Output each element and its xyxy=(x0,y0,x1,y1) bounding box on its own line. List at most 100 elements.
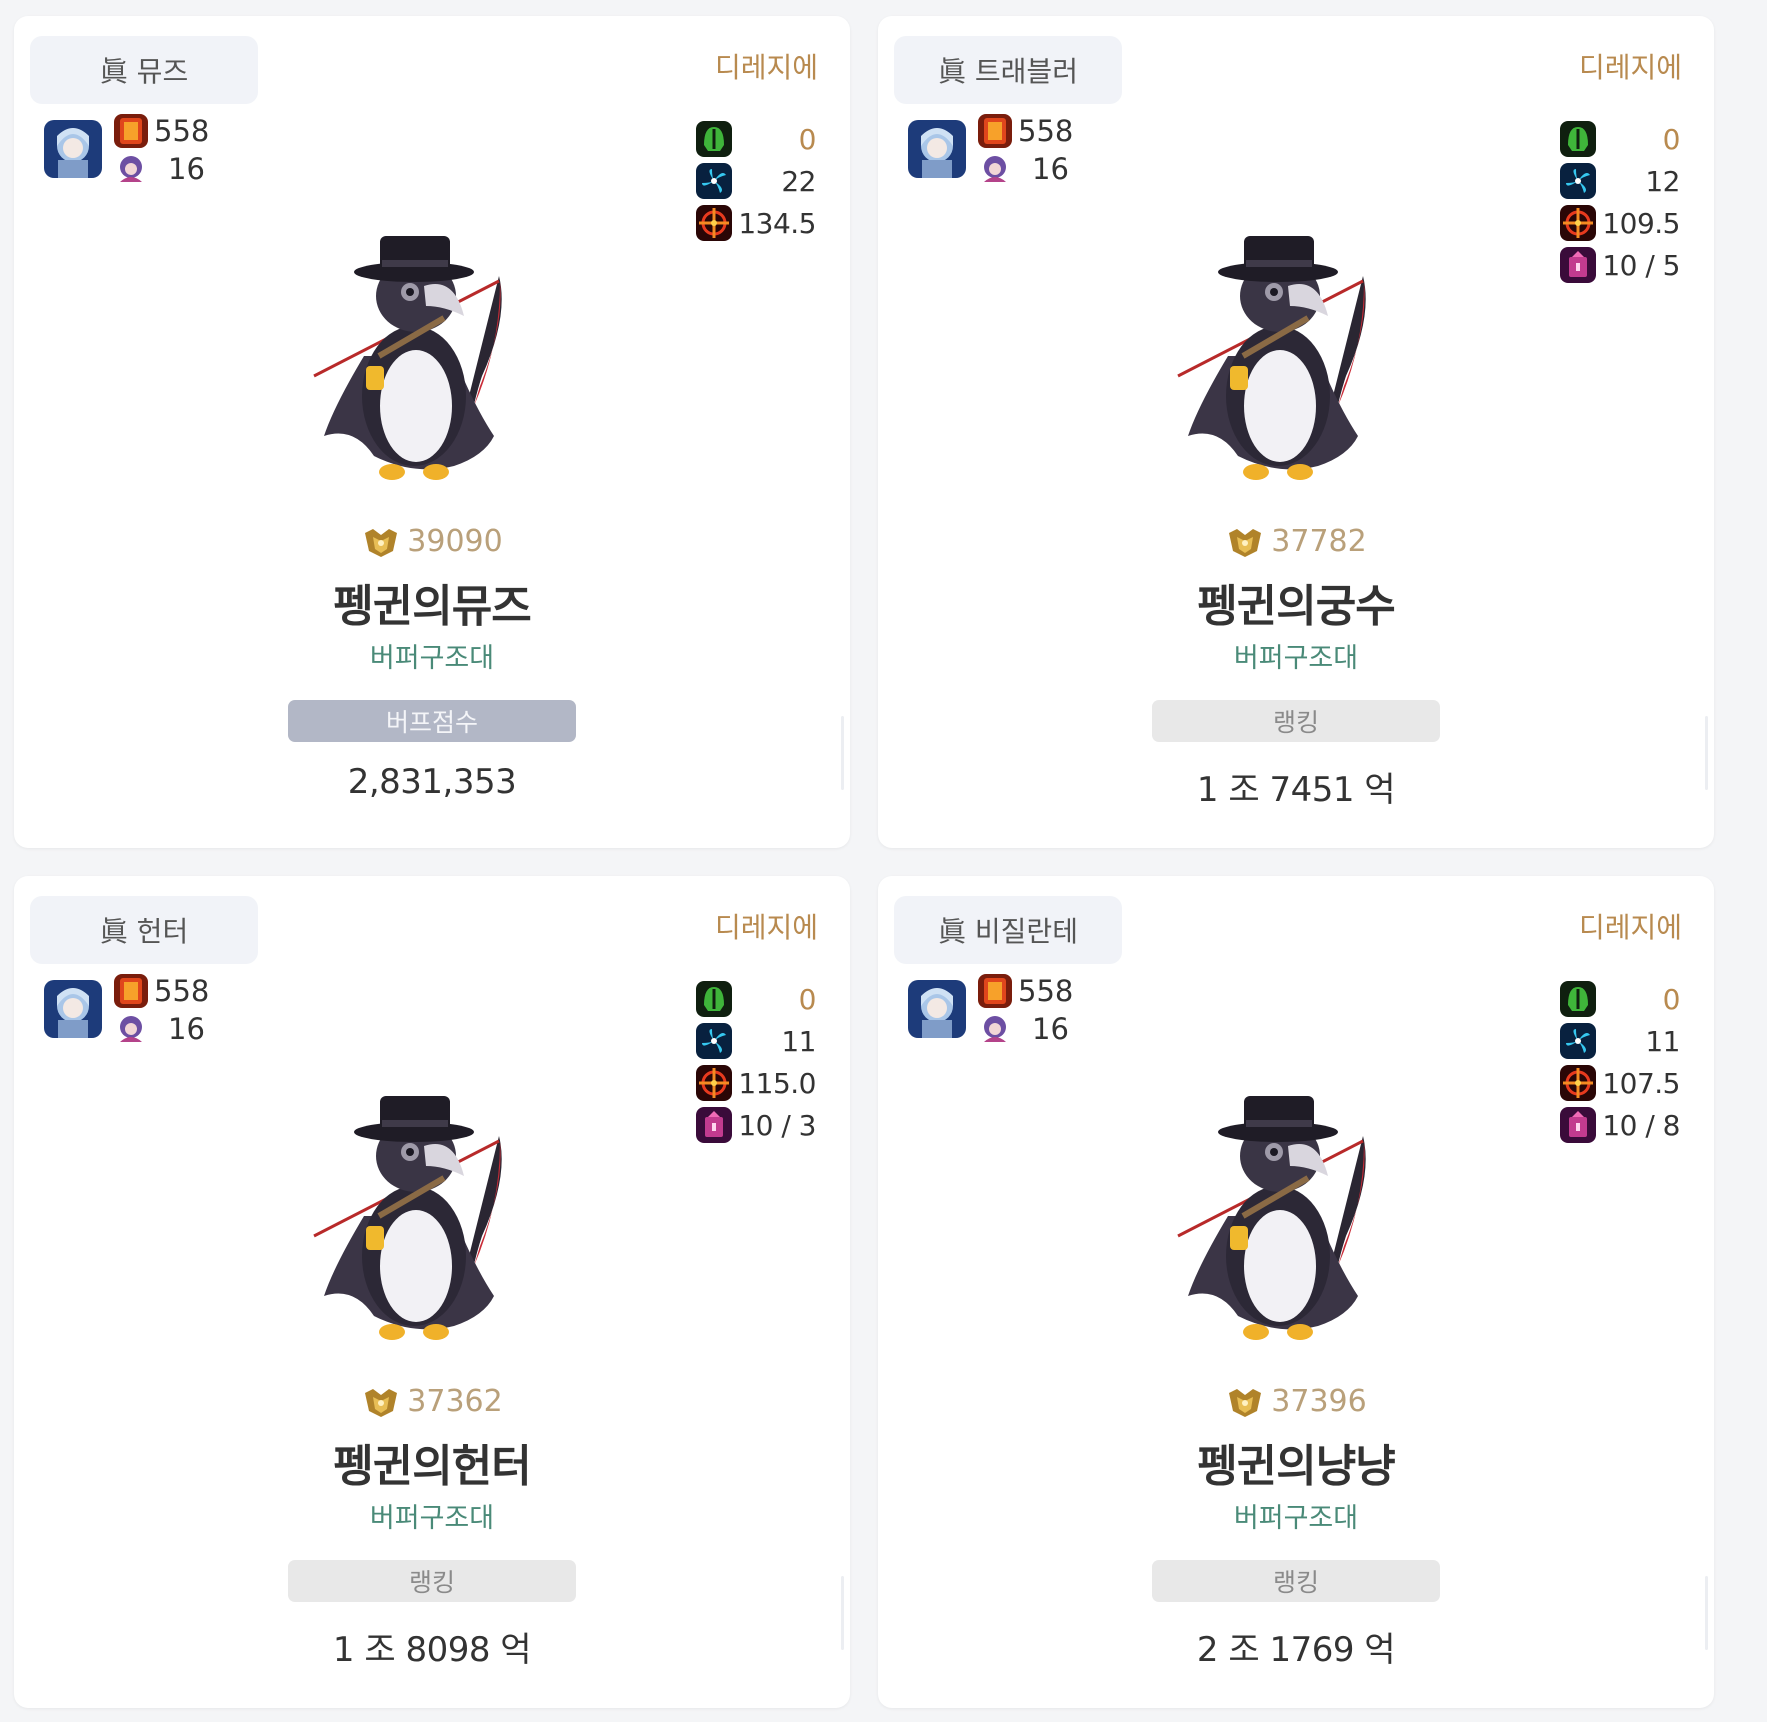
character-sprite xyxy=(304,1066,554,1366)
stat-list: 0 11 107.5 10 / 8 xyxy=(1560,978,1681,1146)
green-helmet-icon xyxy=(1560,121,1596,157)
set-box-icon xyxy=(978,114,1012,148)
character-name[interactable]: 펭귄의뮤즈 xyxy=(14,570,850,634)
stat-row: 134.5 xyxy=(696,202,816,244)
creature-level: 16 xyxy=(978,152,1069,186)
scrollbar[interactable] xyxy=(1705,1576,1708,1650)
set-point-value: 558 xyxy=(154,974,210,1008)
set-point: 558 xyxy=(114,114,209,148)
job-tag: 眞 비질란테 xyxy=(894,896,1122,964)
character-card[interactable]: 眞 트래블러 디레지에 558 16 0 12 109.5 10 / 5 377… xyxy=(878,16,1714,848)
score-value: 1 조 8098 억 xyxy=(332,1630,532,1670)
server-name: 디레지에 xyxy=(714,911,818,944)
creature-level-value: 16 xyxy=(168,152,205,186)
green-helmet-icon xyxy=(696,981,732,1017)
character-name[interactable]: 펭귄의헌터 xyxy=(14,1430,850,1494)
buff-avatar-icon xyxy=(44,120,102,178)
character-name[interactable]: 펭귄의궁수 xyxy=(878,570,1714,634)
job-tag: 眞 헌터 xyxy=(30,896,258,964)
creature-level-value: 16 xyxy=(1032,152,1069,186)
stat-value: 10 / 3 xyxy=(738,1108,816,1142)
creature-level-value: 16 xyxy=(1032,1012,1069,1046)
set-point-value: 558 xyxy=(154,114,210,148)
server-name: 디레지에 xyxy=(1578,911,1682,944)
character-card[interactable]: 眞 비질란테 디레지에 558 16 0 11 107.5 10 / 8 373… xyxy=(878,876,1714,1708)
creature-icon xyxy=(114,1012,148,1046)
stat-list: 0 12 109.5 10 / 5 xyxy=(1560,118,1681,286)
red-crosshair-icon xyxy=(1560,205,1596,241)
scrollbar[interactable] xyxy=(1705,716,1708,790)
character-card[interactable]: 眞 헌터 디레지에 558 16 0 11 115.0 10 / 3 37362… xyxy=(14,876,850,1708)
score-label: 랭킹 xyxy=(1152,1560,1440,1602)
stat-row: 0 xyxy=(1560,118,1681,160)
fame-value: 37782 xyxy=(1271,524,1367,559)
red-crosshair-icon xyxy=(696,205,732,241)
creature-icon xyxy=(978,1012,1012,1046)
score-label: 버프점수 xyxy=(288,700,576,742)
fame-crest-icon xyxy=(1225,1385,1265,1419)
set-box-icon xyxy=(978,974,1012,1008)
set-box-icon xyxy=(114,114,148,148)
blue-swirl-icon xyxy=(696,163,732,199)
character-sprite xyxy=(1168,206,1418,506)
buff-avatar-icon xyxy=(908,980,966,1038)
character-name[interactable]: 펭귄의냥냥 xyxy=(878,1430,1714,1494)
blue-swirl-icon xyxy=(696,1023,732,1059)
fame-value: 39090 xyxy=(407,524,503,559)
scrollbar[interactable] xyxy=(841,716,844,790)
stat-value: 11 xyxy=(781,1024,816,1058)
server-name: 디레지에 xyxy=(714,51,818,84)
stat-row: 115.0 xyxy=(696,1062,816,1104)
blue-swirl-icon xyxy=(1560,163,1596,199)
set-point-value: 558 xyxy=(1018,114,1074,148)
job-tag: 眞 뮤즈 xyxy=(30,36,258,104)
blue-swirl-icon xyxy=(1560,1023,1596,1059)
stat-row: 10 / 3 xyxy=(696,1104,816,1146)
creature-icon xyxy=(978,152,1012,186)
buff-avatar-icon xyxy=(908,120,966,178)
stat-row: 10 / 5 xyxy=(1560,244,1680,286)
guild-name[interactable]: 버퍼구조대 xyxy=(878,1496,1714,1535)
fame: 37362 xyxy=(14,1384,850,1419)
set-point: 558 xyxy=(114,974,209,1008)
red-crosshair-icon xyxy=(696,1065,732,1101)
buff-avatar-icon xyxy=(44,980,102,1038)
green-helmet-icon xyxy=(1560,981,1596,1017)
stat-list: 0 22 134.5 xyxy=(696,118,817,244)
creature-level: 16 xyxy=(978,1012,1069,1046)
creature-level-value: 16 xyxy=(168,1012,205,1046)
set-point: 558 xyxy=(978,114,1073,148)
character-sprite xyxy=(1168,1066,1418,1366)
set-box-icon xyxy=(114,974,148,1008)
guild-name[interactable]: 버퍼구조대 xyxy=(14,636,850,675)
creature-level: 16 xyxy=(114,152,205,186)
fame-crest-icon xyxy=(1225,525,1265,559)
character-card[interactable]: 眞 뮤즈 디레지에 558 16 0 22 134.5 39090 펭귄의뮤즈 … xyxy=(14,16,850,848)
purple-box-icon xyxy=(696,1107,732,1143)
stat-row: 22 xyxy=(696,160,816,202)
purple-box-icon xyxy=(1560,247,1596,283)
stat-value: 109.5 xyxy=(1602,206,1680,240)
guild-name[interactable]: 버퍼구조대 xyxy=(14,1496,850,1535)
stat-row: 0 xyxy=(696,118,817,160)
character-sprite xyxy=(304,206,554,506)
stat-value: 115.0 xyxy=(738,1066,816,1100)
stat-row: 0 xyxy=(696,978,817,1020)
fame-value: 37396 xyxy=(1271,1384,1367,1419)
fame: 39090 xyxy=(14,524,850,559)
purple-box-icon xyxy=(1560,1107,1596,1143)
score-label: 랭킹 xyxy=(1152,700,1440,742)
stat-value: 22 xyxy=(781,164,816,198)
guild-name[interactable]: 버퍼구조대 xyxy=(878,636,1714,675)
stat-value: 10 / 8 xyxy=(1602,1108,1680,1142)
stat-value: 0 xyxy=(1662,982,1681,1016)
stat-list: 0 11 115.0 10 / 3 xyxy=(696,978,817,1146)
stat-value: 134.5 xyxy=(738,206,816,240)
stat-row: 11 xyxy=(696,1020,816,1062)
server-name: 디레지에 xyxy=(1578,51,1682,84)
scrollbar[interactable] xyxy=(841,1576,844,1650)
score-label: 랭킹 xyxy=(288,1560,576,1602)
stat-row: 11 xyxy=(1560,1020,1680,1062)
stat-value: 10 / 5 xyxy=(1602,248,1680,282)
score-value: 2 조 1769 억 xyxy=(1196,1630,1396,1670)
